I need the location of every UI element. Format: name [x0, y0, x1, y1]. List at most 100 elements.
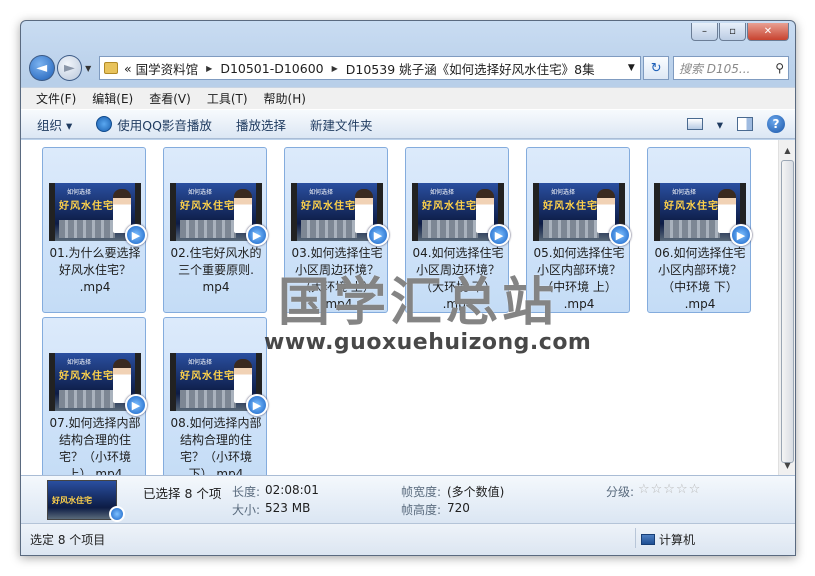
file-name-line: 03.如何选择住宅	[291, 246, 383, 260]
preview-pane-icon[interactable]	[737, 117, 753, 131]
refresh-button[interactable]: ↻	[643, 56, 669, 80]
file-name-line: .mp4	[79, 280, 111, 294]
thumb-big-title: 好风水住宅	[180, 371, 235, 382]
back-button[interactable]: ◄	[29, 55, 55, 81]
menu-tools[interactable]: 工具(T)	[207, 90, 248, 107]
size-value: 523 MB	[265, 501, 311, 515]
file-item[interactable]: 如何选择 好风水住宅 ▶ 07.如何选择内部 结构合理的住 宅？（小环境 上）.mp4	[42, 317, 147, 475]
file-name-line: 结构合理的住	[179, 433, 252, 447]
file-name-line: mp4	[202, 280, 230, 294]
play-selection-button[interactable]: 播放选择	[236, 115, 286, 134]
length-value: 02:08:01	[265, 483, 319, 497]
file-name-line: 04.如何选择住宅	[412, 246, 504, 260]
file-name-line: 小区内部环境？	[657, 263, 742, 277]
command-bar: 组织 ▾ 使用QQ影音播放 播放选择 新建文件夹 ▾ ?	[21, 109, 795, 139]
file-item[interactable]: 如何选择 好风水住宅 ▶ 08.如何选择内部 结构合理的住 宅？（小环境 下）.mp4	[163, 317, 268, 475]
breadcrumb-item[interactable]: D10501-D10600	[220, 61, 323, 76]
recent-pages-dropdown-icon[interactable]: ▼	[85, 64, 95, 73]
change-view-icon[interactable]	[686, 118, 703, 130]
computer-icon	[641, 534, 655, 545]
breadcrumb-arrow-icon[interactable]: ▶	[206, 64, 212, 73]
file-name-line: 结构合理的住	[58, 433, 131, 447]
file-item[interactable]: 如何选择 好风水住宅 ▶ 04.如何选择住宅 小区周边环境？ （大环境 下） .mp4	[405, 147, 510, 313]
close-button[interactable]: ✕	[747, 23, 789, 41]
thumb-small-title: 如何选择	[309, 189, 334, 196]
address-dropdown-icon[interactable]: ▼	[622, 63, 640, 73]
vertical-scrollbar[interactable]: ▲ ▼	[778, 140, 795, 475]
file-name-line: 宅？（小环境	[58, 450, 131, 464]
file-item[interactable]: 如何选择 好风水住宅 ▶ 03.如何选择住宅 小区周边环境？ （大环境 上） .mp4	[284, 147, 389, 313]
qq-player-badge-icon: ▶	[367, 224, 389, 246]
qq-player-badge-icon: ▶	[246, 394, 268, 416]
thumb-big-title: 好风水住宅	[664, 201, 719, 212]
thumb-big-title: 好风水住宅	[180, 201, 235, 212]
thumb-big-title: 好风水住宅	[301, 201, 356, 212]
file-name-line: 小区内部环境？	[536, 263, 621, 277]
help-icon[interactable]: ?	[767, 115, 785, 133]
folder-icon	[103, 62, 118, 74]
search-placeholder: 搜索 D105...	[678, 61, 751, 76]
file-item[interactable]: 如何选择 好风水住宅 ▶ 01.为什么要选择 好风水住宅？ .mp4	[42, 147, 147, 313]
caption-buttons: – ▫ ✕	[691, 23, 789, 41]
maximize-button[interactable]: ▫	[719, 23, 746, 41]
view-dropdown-icon[interactable]: ▾	[717, 117, 723, 132]
qq-player-badge-icon: ▶	[609, 224, 631, 246]
file-name: 06.如何选择住宅 小区内部环境？ （中环境 下） .mp4	[651, 245, 749, 313]
thumb-small-title: 如何选择	[551, 189, 576, 196]
file-name-line: 小区周边环境？	[415, 263, 500, 277]
breadcrumb-item[interactable]: 国学资料馆	[136, 59, 199, 78]
scrollbar-thumb[interactable]	[781, 160, 794, 463]
scroll-up-icon[interactable]: ▲	[780, 142, 795, 158]
search-icon[interactable]: ⚲	[775, 61, 784, 75]
search-input[interactable]: 搜索 D105... ⚲	[672, 56, 789, 80]
breadcrumb-item[interactable]: D10539 姚子涵《如何选择好风水住宅》8集	[346, 59, 595, 78]
qq-player-badge-icon: ▶	[488, 224, 510, 246]
thumb-big-title: 好风水住宅	[59, 371, 114, 382]
menu-view[interactable]: 查看(V)	[149, 90, 191, 107]
new-folder-button[interactable]: 新建文件夹	[310, 115, 373, 134]
thumb-small-title: 如何选择	[430, 189, 455, 196]
status-text: 选定 8 个项目	[30, 533, 106, 547]
address-bar[interactable]: « 国学资料馆 ▶ D10501-D10600 ▶ D10539 姚子涵《如何选…	[98, 56, 642, 80]
file-name-line: （中环境 下）	[662, 280, 738, 294]
size-key: 大小:	[232, 503, 261, 517]
file-name-line: 05.如何选择住宅	[533, 246, 625, 260]
frame-width-value: (多个数值)	[447, 485, 505, 499]
rating-stars[interactable]: ☆☆☆☆☆	[638, 482, 701, 497]
frame-height-key: 帧高度:	[401, 503, 442, 517]
file-item[interactable]: 如何选择 好风水住宅 ▶ 06.如何选择住宅 小区内部环境？ （中环境 下） .mp4	[647, 147, 752, 313]
file-list: 如何选择 好风水住宅 ▶ 01.为什么要选择 好风水住宅？ .mp4 如何选择 好风水住宅 ▶ 0…	[21, 140, 795, 475]
forward-button[interactable]: ►	[56, 55, 83, 81]
file-name-line: .mp4	[321, 297, 353, 311]
file-item[interactable]: 如何选择好风水住宅 ▶ 05.如何选择住宅 小区内部环境？ （中环境 上） .mp4	[526, 147, 631, 313]
rating-key: 分级:	[606, 485, 635, 499]
thumb-small-title: 如何选择	[67, 359, 92, 366]
menu-help[interactable]: 帮助(H)	[264, 90, 306, 107]
file-name: 02.住宅好风水的 三个重要原则. mp4	[167, 245, 265, 296]
play-with-qq-button[interactable]: 使用QQ影音播放	[96, 115, 212, 134]
file-name-line: 01.为什么要选择	[49, 246, 141, 260]
details-pane: 好风水住宅 已选择 8 个项 长度: 02:08:01 大小: 523 MB 帧…	[21, 475, 795, 523]
file-name-line: （大环境 上）	[299, 280, 375, 294]
file-item[interactable]: 如何选择 好风水住宅 ▶ 02.住宅好风水的 三个重要原则. mp4	[163, 147, 268, 313]
thumb-small-title: 如何选择	[188, 189, 213, 196]
thumb-big-title: 好风水住宅	[543, 201, 598, 212]
overflow-chevron-icon[interactable]: «	[124, 61, 132, 76]
file-name-line: 上）.mp4	[67, 467, 123, 475]
menu-file[interactable]: 文件(F)	[36, 90, 76, 107]
file-name-line: .mp4	[442, 297, 474, 311]
minimize-button[interactable]: –	[691, 23, 718, 41]
explorer-window: – ▫ ✕ ◄ ► ▼ « 国学资料馆 ▶ D10501-D10600 ▶ D1…	[20, 20, 796, 556]
breadcrumb-arrow-icon[interactable]: ▶	[332, 64, 338, 73]
scroll-down-icon[interactable]: ▼	[780, 457, 795, 473]
menu-edit[interactable]: 编辑(E)	[92, 90, 133, 107]
length-key: 长度:	[232, 485, 261, 499]
organize-button[interactable]: 组织 ▾	[37, 115, 72, 134]
file-name-line: .mp4	[563, 297, 595, 311]
play-with-qq-label: 使用QQ影音播放	[117, 117, 212, 133]
menu-bar: 文件(F) 编辑(E) 查看(V) 工具(T) 帮助(H)	[21, 87, 795, 109]
file-name: 05.如何选择住宅 小区内部环境？ （中环境 上） .mp4	[530, 245, 628, 313]
toolbar-right-group: ▾ ?	[686, 115, 785, 133]
file-name-line: 02.住宅好风水的	[170, 246, 262, 260]
thumb-big-title: 好风水住宅	[422, 201, 477, 212]
